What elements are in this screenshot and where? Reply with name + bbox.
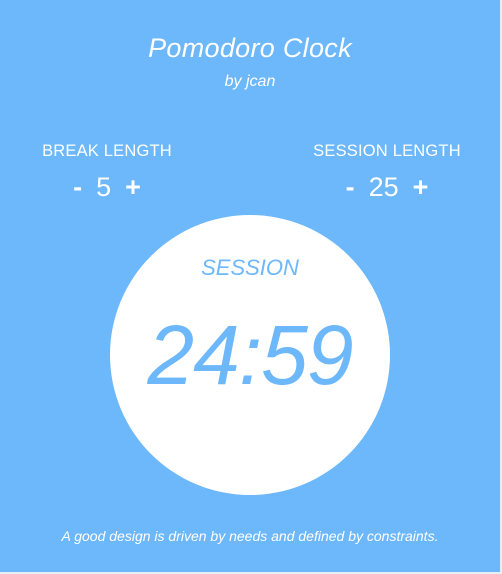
footer-quote: A good design is driven by needs and def… [61, 528, 439, 544]
break-length-control: BREAK LENGTH - 5 + [17, 142, 197, 204]
app-title: Pomodoro Clock [148, 33, 352, 63]
break-length-label: BREAK LENGTH [42, 142, 172, 160]
break-decrement-button[interactable]: - [69, 172, 86, 203]
break-increment-button[interactable]: + [121, 172, 145, 203]
timer-clock-button[interactable]: SESSION 24:59 [110, 215, 390, 495]
timer-countdown: 24:59 [147, 308, 353, 402]
session-length-control: SESSION LENGTH - 25 + [297, 142, 477, 204]
session-increment-button[interactable]: + [409, 172, 433, 203]
timer-mode-label: SESSION [201, 255, 299, 280]
session-length-value: 25 [368, 171, 399, 202]
break-length-value: 5 [96, 171, 112, 202]
session-length-stepper: - 25 + [297, 170, 477, 204]
session-decrement-button[interactable]: - [342, 172, 359, 203]
session-length-label: SESSION LENGTH [313, 142, 461, 160]
app-author: by jcan [224, 73, 276, 90]
pomodoro-panel: Pomodoro Clock by jcan BREAK LENGTH - 5 … [0, 0, 502, 574]
break-length-stepper: - 5 + [17, 170, 197, 204]
